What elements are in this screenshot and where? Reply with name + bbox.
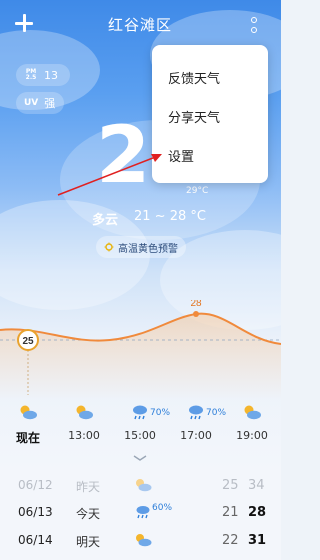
daily-high: 34 — [248, 478, 265, 493]
weather-app: 红谷滩区 PM 2.5 13 UV 强 25 29°C 多云 21 ~ 28 °C… — [0, 0, 281, 560]
precip-chance: 70% — [206, 408, 227, 418]
precip-chance: 70% — [150, 408, 171, 418]
uv-chip[interactable]: UV 强 — [16, 92, 64, 114]
pm25-icon: PM 2.5 — [25, 68, 37, 81]
pm25-value: 13 — [44, 68, 58, 82]
hour-label[interactable]: 19:00 — [227, 429, 277, 442]
weather-condition: 多云 — [92, 213, 119, 228]
menu-item-settings[interactable]: 设置 — [168, 146, 194, 165]
daily-high: 31 — [248, 533, 267, 548]
hour-label[interactable]: 17:00 — [171, 429, 221, 442]
menu-item-feedback[interactable]: 反馈天气 — [168, 68, 220, 87]
hour-label[interactable]: 13:00 — [59, 429, 109, 442]
daily-day: 昨天 — [76, 480, 101, 494]
hour-label[interactable]: 15:00 — [115, 429, 165, 442]
partly-cloudy-icon — [136, 479, 152, 492]
daily-high: 28 — [248, 505, 267, 520]
rain-icon — [189, 405, 203, 420]
rain-icon — [136, 506, 150, 519]
uv-icon: UV — [24, 98, 39, 108]
overflow-menu: 反馈天气 分享天气 设置 — [152, 45, 268, 183]
daily-date: 06/13 — [18, 505, 53, 519]
daily-precip-chance: 60% — [152, 503, 173, 513]
warning-icon — [104, 242, 114, 252]
daily-date: 06/12 — [18, 478, 53, 492]
uv-value: 强 — [44, 97, 56, 110]
city-title[interactable]: 红谷滩区 — [90, 14, 190, 35]
daily-low: 25 — [222, 478, 239, 493]
peak-label: 28 — [190, 300, 202, 309]
hour-label-now[interactable]: 现在 — [3, 429, 53, 446]
daily-day: 今天 — [76, 507, 101, 521]
pm25-chip[interactable]: PM 2.5 13 — [16, 64, 70, 86]
menu-item-share[interactable]: 分享天气 — [168, 107, 220, 126]
warning-text: 高温黄色预警 — [118, 243, 178, 255]
more-vertical-icon[interactable] — [248, 17, 260, 35]
daily-date: 06/14 — [18, 533, 53, 547]
partly-cloudy-icon — [244, 405, 261, 420]
heat-warning-badge[interactable]: 高温黄色预警 — [96, 236, 186, 258]
rain-icon — [133, 405, 147, 420]
daily-low: 22 — [222, 533, 239, 548]
partly-cloudy-icon — [136, 534, 152, 547]
peak-dot — [193, 311, 199, 317]
feels-like-temp: 29°C — [186, 186, 209, 196]
daily-low: 21 — [222, 505, 239, 520]
temperature-range: 21 ~ 28 °C — [134, 209, 206, 224]
partly-cloudy-icon — [76, 405, 93, 420]
add-city-plus-icon[interactable] — [14, 13, 34, 33]
current-temp-marker-label: 25 — [22, 336, 34, 347]
daily-day: 明天 — [76, 535, 101, 549]
chevron-down-icon[interactable] — [133, 455, 147, 461]
partly-cloudy-icon — [20, 405, 37, 420]
